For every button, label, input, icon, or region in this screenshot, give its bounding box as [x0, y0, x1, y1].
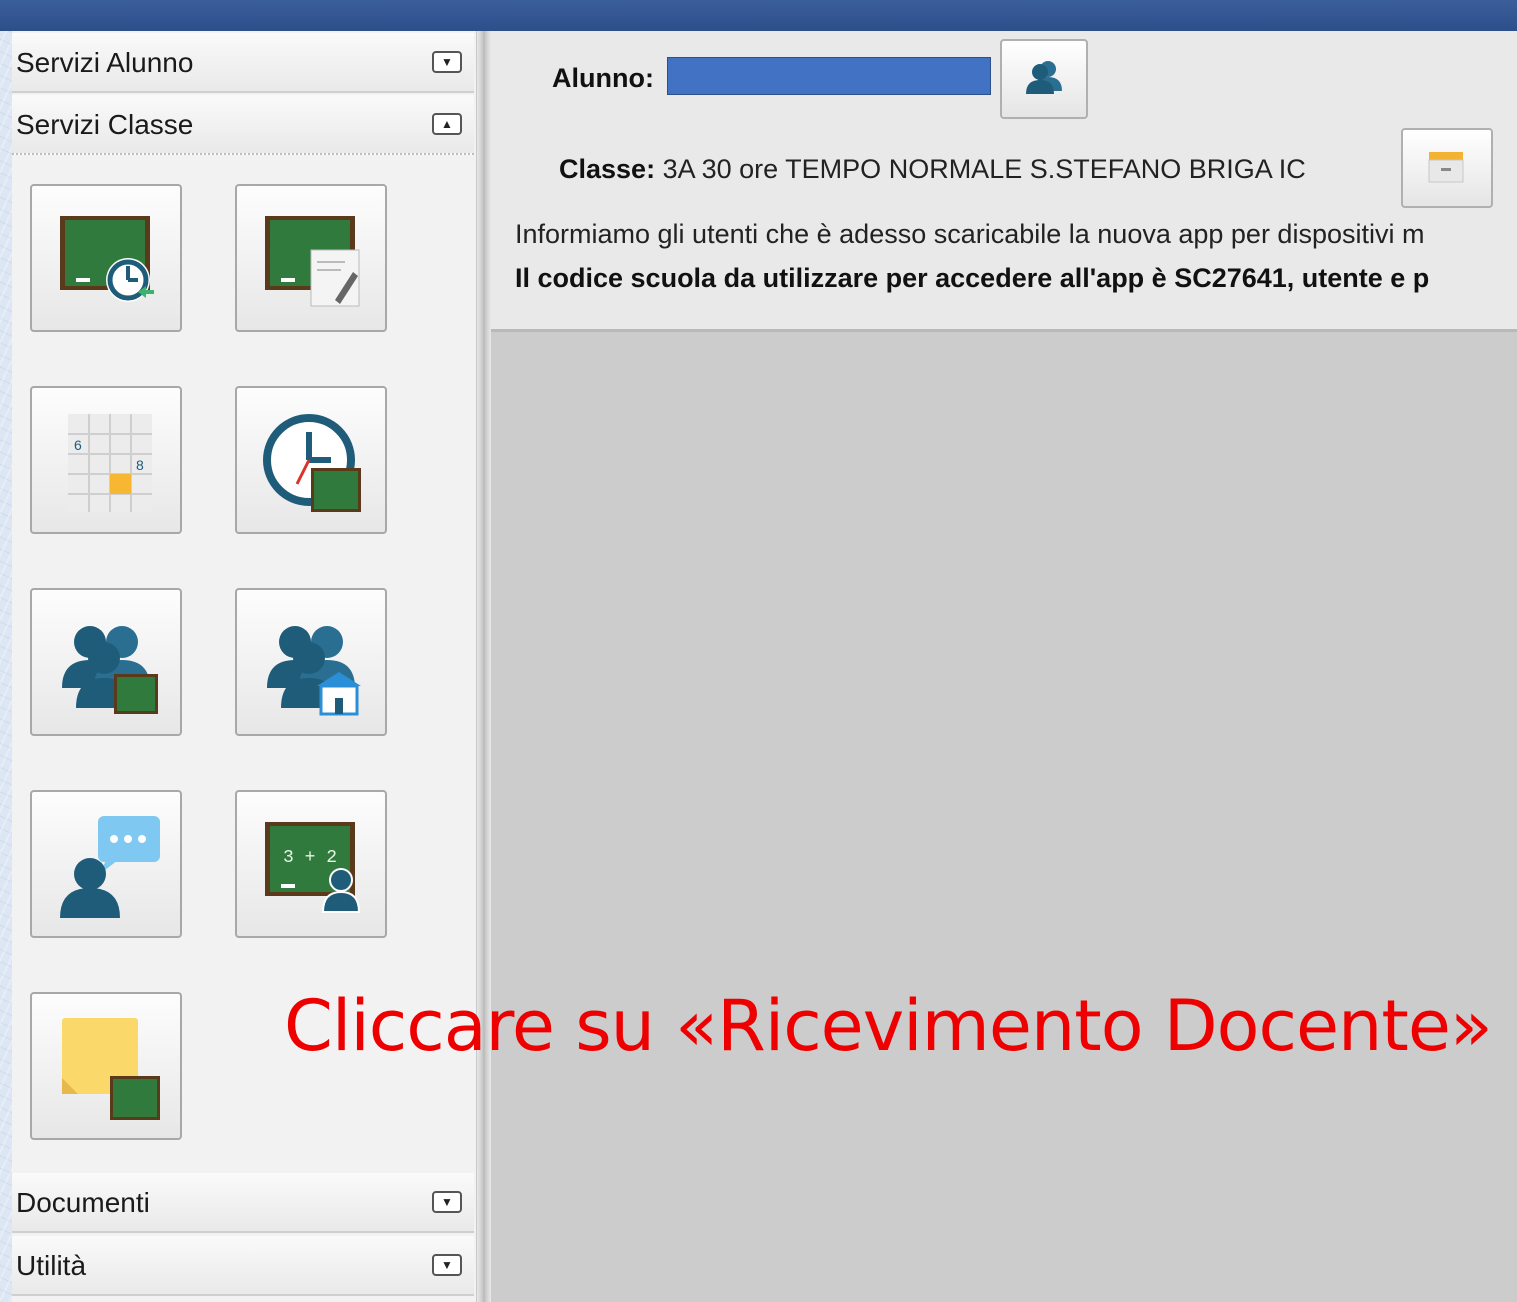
alunno-select-field[interactable] — [667, 57, 991, 95]
section-label: Utilità — [16, 1250, 87, 1281]
tile-registro-classe[interactable] — [30, 184, 182, 332]
calendar-number: 6 — [74, 437, 82, 453]
chevron-down-icon[interactable]: ▼ — [432, 1191, 462, 1213]
section-servizi-alunno[interactable]: Servizi Alunno ▼ — [12, 33, 474, 93]
tile-lezioni[interactable]: 3 + 2 — [235, 790, 387, 938]
archive-icon — [1428, 152, 1464, 183]
top-banner — [0, 0, 1517, 31]
chevron-down-icon[interactable]: ▼ — [432, 1254, 462, 1276]
main-content-area — [491, 332, 1517, 1302]
panel-splitter[interactable] — [477, 31, 491, 1302]
student-info-panel: Alunno: Classe: 3A 30 ore TEMPO NORMALE … — [491, 31, 1517, 332]
section-label: Documenti — [16, 1187, 150, 1218]
info-message-line: Informiamo gli utenti che è adesso scari… — [515, 219, 1425, 249]
info-school-code-line: Il codice scuola da utilizzare per acced… — [515, 263, 1430, 293]
chevron-up-icon[interactable]: ▲ — [432, 113, 462, 135]
tile-gruppi-classe[interactable] — [30, 588, 182, 736]
tile-orario[interactable] — [235, 386, 387, 534]
blackboard-formula: 3 + 2 — [283, 848, 337, 868]
blackboard-clock-icon — [60, 216, 154, 302]
section-servizi-classe[interactable]: Servizi Classe ▲ — [12, 95, 474, 155]
alunno-label: Alunno: — [552, 63, 654, 93]
tile-gruppi-scuola[interactable] — [235, 588, 387, 736]
blackboard-person-icon: 3 + 2 — [265, 822, 361, 913]
sticky-note-blackboard-icon — [62, 1018, 160, 1120]
calendar-number: 8 — [136, 457, 144, 473]
group-blackboard-icon — [62, 626, 158, 714]
clock-blackboard-icon — [263, 414, 361, 512]
section-documenti[interactable]: Documenti ▼ — [12, 1173, 474, 1233]
tile-calendario[interactable]: 6 8 — [30, 386, 182, 534]
classe-value: 3A 30 ore TEMPO NORMALE S.STEFANO BRIGA … — [662, 154, 1306, 184]
instruction-overlay-text: Cliccare su «Ricevimento Docente» — [284, 985, 1493, 1067]
section-label: Servizi Alunno — [16, 47, 194, 78]
section-utilita[interactable]: Utilità ▼ — [12, 1236, 474, 1296]
section-label: Servizi Classe — [16, 109, 194, 140]
tile-bacheca[interactable] — [30, 992, 182, 1140]
group-school-icon — [267, 626, 361, 716]
classe-label: Classe: — [559, 154, 656, 184]
chevron-down-icon[interactable]: ▼ — [432, 51, 462, 73]
calendar-grid-icon: 6 8 — [68, 414, 152, 512]
classe-line: Classe: 3A 30 ore TEMPO NORMALE S.STEFAN… — [559, 154, 1306, 185]
tile-ricevimento-docente[interactable] — [30, 790, 182, 938]
select-student-button[interactable] — [1000, 39, 1088, 119]
users-icon — [1026, 61, 1062, 94]
class-archive-button[interactable] — [1401, 128, 1493, 208]
sidebar: Servizi Alunno ▼ Servizi Classe ▲ 6 8 3 … — [12, 31, 477, 1302]
tile-registro-docente[interactable] — [235, 184, 387, 332]
blackboard-edit-icon — [265, 216, 360, 307]
teacher-chat-icon — [60, 816, 160, 918]
